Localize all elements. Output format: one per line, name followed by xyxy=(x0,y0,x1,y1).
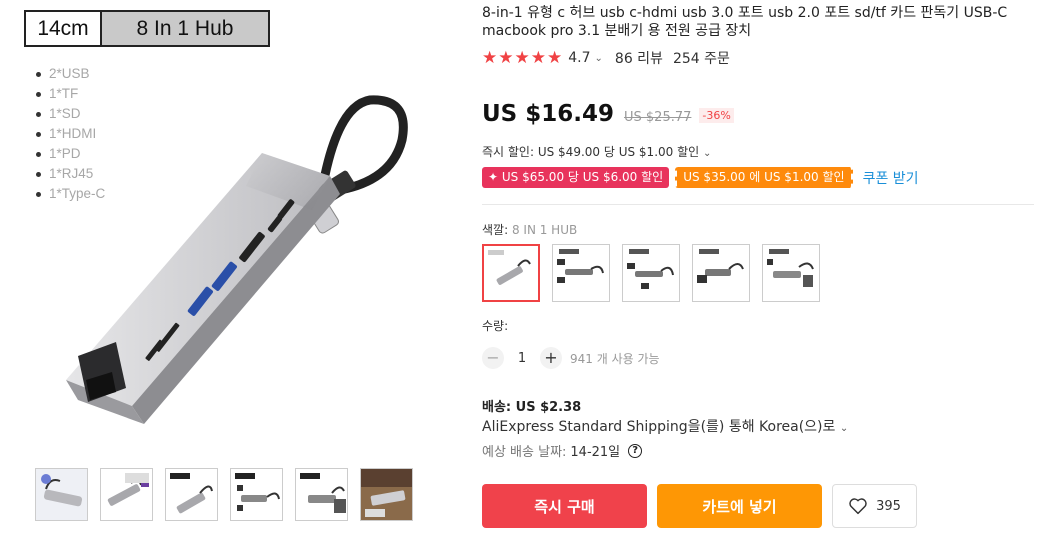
color-value: 8 IN 1 HUB xyxy=(511,223,578,237)
shipping-cost: 배송: US $2.38 xyxy=(482,400,582,415)
wishlist-button[interactable]: 395 xyxy=(832,484,917,528)
delivery-estimate: 예상 배송 날짜: 14-21일 ? xyxy=(482,441,643,460)
original-price: US $25.77 xyxy=(624,110,692,125)
thumbnail-strip xyxy=(35,468,413,521)
wishlist-count: 395 xyxy=(876,498,901,514)
rating-stars: ★ ★ ★ ★ ★ xyxy=(482,49,562,67)
coupon-select[interactable]: US $35.00 에 US $1.00 할인 xyxy=(675,167,853,188)
thumbnail-1[interactable] xyxy=(35,468,88,521)
purchase-actions: 즉시 구매 카트에 넣기 395 xyxy=(482,484,917,528)
reviews-count[interactable]: 86 리뷰 xyxy=(615,48,663,68)
star-icon: ★ xyxy=(530,48,546,68)
thumbnail-3[interactable] xyxy=(165,468,218,521)
star-icon: ★ xyxy=(482,48,498,68)
current-price: US $16.49 xyxy=(482,101,615,127)
thumbnail-5[interactable] xyxy=(295,468,348,521)
product-gallery: 14cm 8 In 1 Hub 2*USB 1*TF 1*SD 1*HDMI 1… xyxy=(0,0,440,540)
discount-badge: -36% xyxy=(699,108,734,123)
spec-banner: 14cm 8 In 1 Hub xyxy=(24,10,270,47)
thumbnail-4[interactable] xyxy=(230,468,283,521)
product-main-image[interactable] xyxy=(40,80,430,440)
add-to-cart-button[interactable]: 카트에 넣기 xyxy=(657,484,822,528)
question-circle-icon[interactable]: ? xyxy=(628,443,643,458)
coupon-store[interactable]: ✦ US $65.00 당 US $6.00 할인 xyxy=(482,167,670,188)
instant-discount[interactable]: 즉시 할인: US $49.00 당 US $1.00 할인 ⌄ xyxy=(482,143,711,160)
bullet-icon xyxy=(36,71,41,77)
thumbnail-6[interactable] xyxy=(360,468,413,521)
stock-available: 941 개 사용 가능 xyxy=(570,351,660,366)
swatch-option-2[interactable] xyxy=(552,244,610,302)
price-row: US $16.49 US $25.77 -36% xyxy=(482,101,734,127)
swatch-option-1[interactable] xyxy=(482,244,540,302)
chevron-down-icon[interactable]: ⌄ xyxy=(595,53,603,64)
coupon-row: ✦ US $65.00 당 US $6.00 할인 US $35.00 에 US… xyxy=(482,167,919,188)
star-icon: ★ xyxy=(514,48,530,68)
star-icon: ★ xyxy=(498,48,514,68)
delivery-days: 14-21일 xyxy=(570,445,621,460)
quantity-label: 수량: xyxy=(482,319,509,333)
quantity-stepper: − 1 + 941 개 사용 가능 xyxy=(482,347,660,369)
color-label: 색깔: 8 IN 1 HUB xyxy=(482,223,578,237)
swatch-option-5[interactable] xyxy=(762,244,820,302)
product-title: 8-in-1 유형 c 허브 usb c-hdmi usb 3.0 포트 usb… xyxy=(482,5,1008,39)
chevron-down-icon: ⌄ xyxy=(839,423,849,434)
heart-icon xyxy=(849,498,867,515)
rating-value[interactable]: 4.7 xyxy=(568,50,590,66)
buy-now-button[interactable]: 즉시 구매 xyxy=(482,484,647,528)
spec-model: 8 In 1 Hub xyxy=(102,12,268,45)
color-swatches xyxy=(482,244,820,302)
divider xyxy=(482,204,1034,205)
quantity-value[interactable]: 1 xyxy=(504,351,540,366)
shipping-method[interactable]: AliExpress Standard Shipping을(를) 통해 Kore… xyxy=(482,416,848,436)
chevron-down-icon: ⌄ xyxy=(703,148,712,159)
spec-size: 14cm xyxy=(26,12,102,45)
instant-discount-text: 즉시 할인: US $49.00 당 US $1.00 할인 xyxy=(482,145,700,159)
orders-count: 254 주문 xyxy=(672,51,730,67)
swatch-option-4[interactable] xyxy=(692,244,750,302)
star-icon: ★ xyxy=(547,48,563,68)
rating-row: ★ ★ ★ ★ ★ 4.7 ⌄ 86 리뷰 254 주문 xyxy=(482,48,730,68)
plus-icon[interactable]: + xyxy=(540,347,562,369)
swatch-option-3[interactable] xyxy=(622,244,680,302)
thumbnail-2[interactable] xyxy=(100,468,153,521)
get-coupons-link[interactable]: 쿠폰 받기 xyxy=(863,168,919,188)
minus-icon[interactable]: − xyxy=(482,347,504,369)
